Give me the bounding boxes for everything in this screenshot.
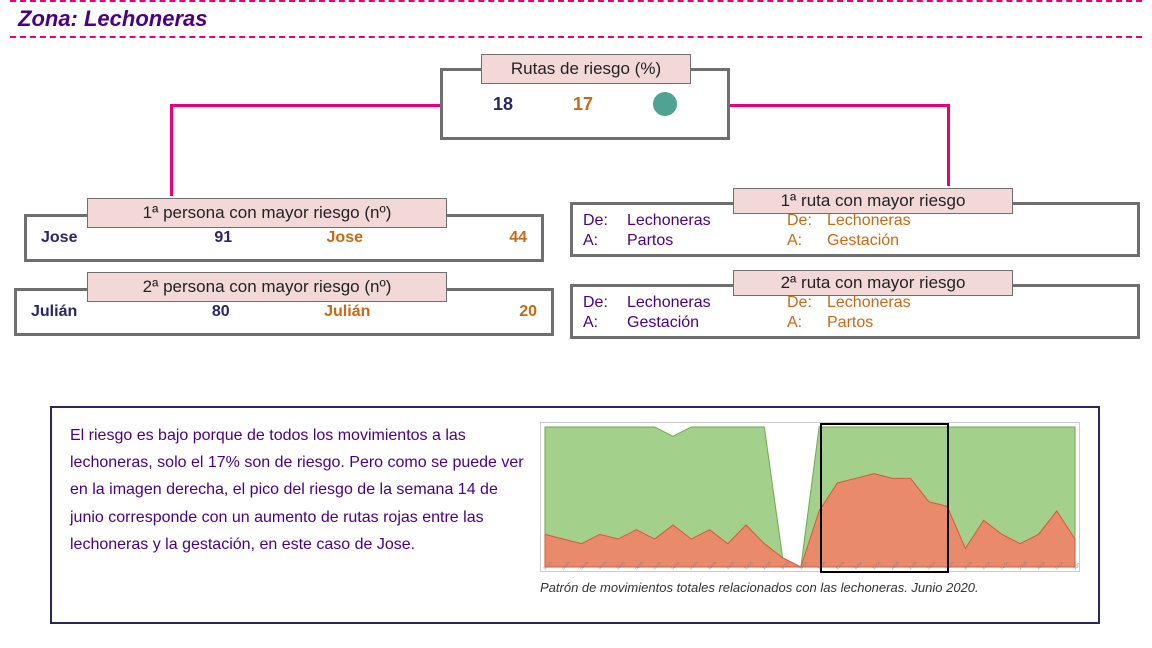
persona1-val-b: 44 [406, 229, 528, 247]
persona1-box: 1ª persona con mayor riesgo (nº) Jose 91… [24, 214, 544, 262]
ruta1-box: 1ª ruta con mayor riesgo De: Lechoneras … [570, 202, 1140, 257]
ruta2-right-to: Partos [827, 314, 957, 332]
persona1-header: 1ª persona con mayor riesgo (nº) [87, 198, 447, 228]
ruta2-right-from: Lechoneras [827, 294, 957, 312]
persona1-name-a: Jose [41, 229, 163, 247]
description-text: El riesgo es bajo porque de todos los mo… [70, 422, 540, 612]
ruta1-right-from: Lechoneras [827, 212, 957, 230]
ruta2-box: 2ª ruta con mayor riesgo De: Lechoneras … [570, 284, 1140, 339]
persona1-val-a: 91 [163, 229, 285, 247]
ruta1-header: 1ª ruta con mayor riesgo [733, 188, 1013, 214]
ruta2-header: 2ª ruta con mayor riesgo [733, 270, 1013, 296]
ruta2-left-from: Lechoneras [627, 294, 787, 312]
ruta-a-label-b: A: [787, 232, 827, 250]
zone-title: Zona: Lechoneras [0, 2, 1152, 36]
ruta-a-label: A: [583, 314, 627, 332]
persona2-val-a: 80 [158, 303, 285, 321]
ruta-a-label: A: [583, 232, 627, 250]
ruta-de-label: De: [583, 294, 627, 312]
bottom-panel: El riesgo es bajo porque de todos los mo… [50, 406, 1100, 624]
chart-side: 01/0602/0603/0604/0605/0606/0607/0608/06… [540, 422, 1080, 612]
ruta1-left-from: Lechoneras [627, 212, 787, 230]
connector [947, 104, 950, 186]
rutas-val-a: 18 [493, 94, 513, 115]
diagram-area: Rutas de riesgo (%) 18 17 1ª persona con… [0, 38, 1152, 348]
rutas-riesgo-box: Rutas de riesgo (%) 18 17 [440, 68, 730, 140]
persona2-header: 2ª persona con mayor riesgo (nº) [87, 272, 447, 302]
rutas-val-b: 17 [573, 94, 593, 115]
ruta1-right-to: Gestación [827, 232, 957, 250]
connector [170, 104, 173, 196]
ruta-de-label-b: De: [787, 294, 827, 312]
chart-svg: 01/0602/0603/0604/0605/0606/0607/0608/06… [541, 423, 1079, 571]
ruta-de-label: De: [583, 212, 627, 230]
connector [730, 104, 950, 107]
chart-caption: Patrón de movimientos totales relacionad… [540, 580, 1080, 595]
persona2-box: 2ª persona con mayor riesgo (nº) Julián … [14, 288, 554, 336]
movement-chart: 01/0602/0603/0604/0605/0606/0607/0608/06… [540, 422, 1080, 572]
connector [170, 104, 440, 107]
persona2-val-b: 20 [411, 303, 538, 321]
ruta2-left-to: Gestación [627, 314, 787, 332]
persona2-name-a: Julián [31, 303, 158, 321]
ruta1-left-to: Partos [627, 232, 787, 250]
persona2-name-b: Julián [284, 303, 411, 321]
ruta-de-label-b: De: [787, 212, 827, 230]
rutas-riesgo-header: Rutas de riesgo (%) [481, 54, 691, 84]
ruta-a-label-b: A: [787, 314, 827, 332]
status-dot-icon [653, 92, 677, 116]
persona1-name-b: Jose [284, 229, 406, 247]
